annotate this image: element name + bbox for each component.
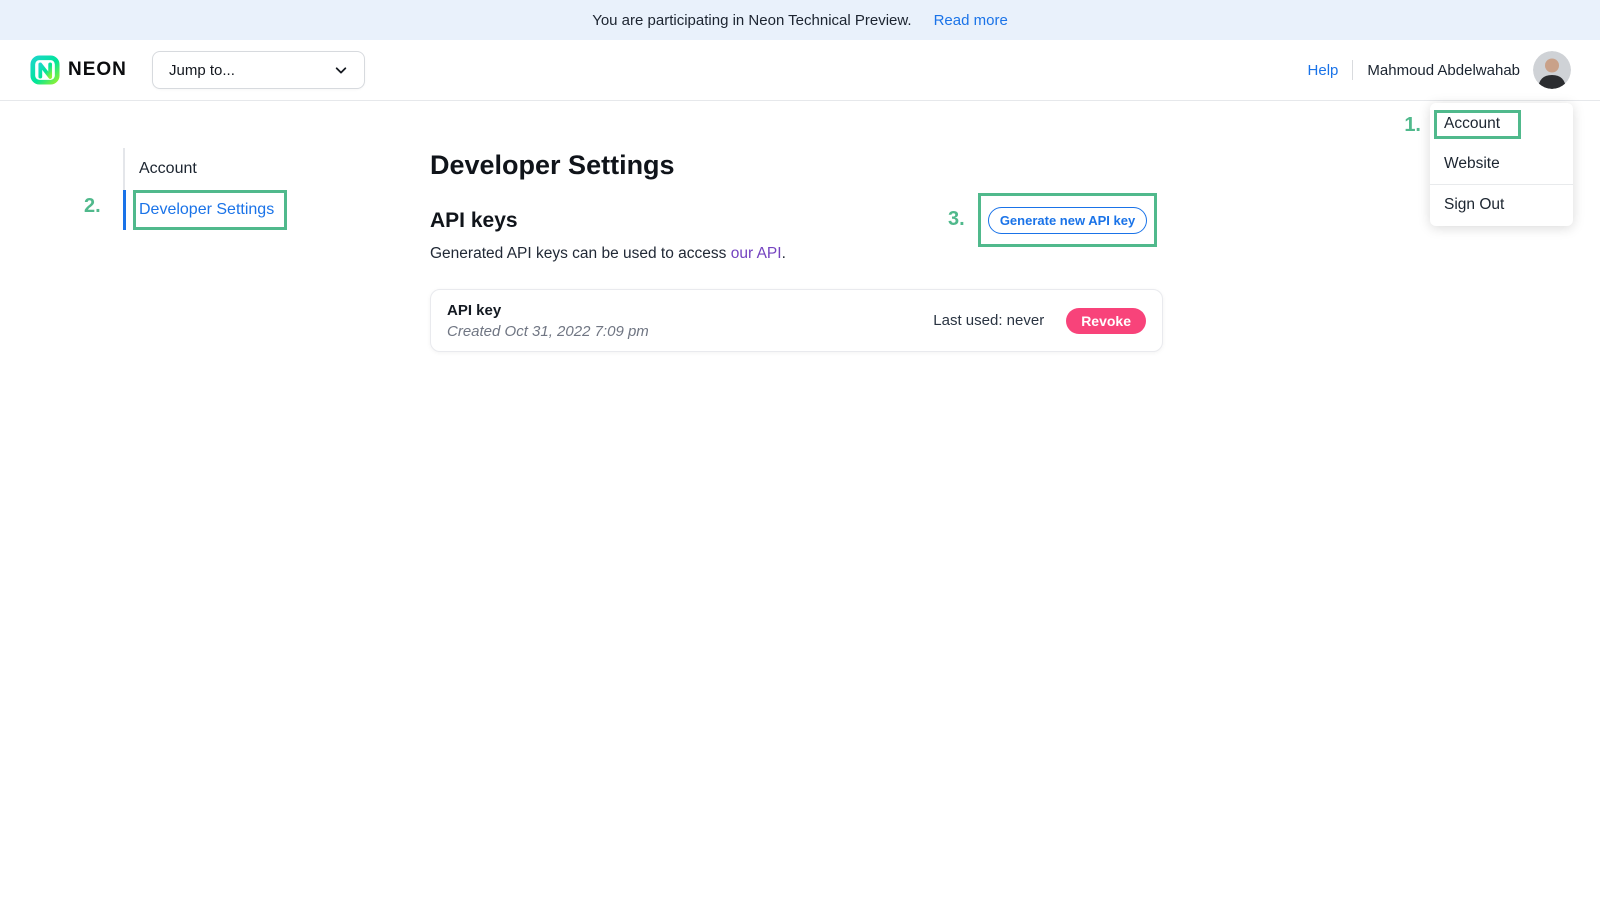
our-api-link[interactable]: our API — [731, 245, 782, 262]
revoke-button[interactable]: Revoke — [1066, 308, 1146, 334]
page-title: Developer Settings — [430, 150, 675, 181]
chevron-down-icon — [334, 63, 348, 77]
api-key-info: API key Created Oct 31, 2022 7:09 pm — [447, 302, 649, 340]
technical-preview-banner: You are participating in Neon Technical … — [0, 0, 1600, 40]
neon-logo-icon — [30, 55, 60, 85]
api-key-name: API key — [447, 302, 649, 319]
menu-item-sign-out[interactable]: Sign Out — [1430, 185, 1573, 225]
user-avatar[interactable] — [1533, 51, 1571, 89]
api-keys-description: Generated API keys can be used to access… — [430, 245, 786, 263]
banner-message: You are participating in Neon Technical … — [592, 12, 911, 29]
api-key-created: Created Oct 31, 2022 7:09 pm — [447, 323, 649, 340]
app-header: NEON Jump to... Help Mahmoud Abdelwahab — [0, 40, 1600, 101]
menu-item-website[interactable]: Website — [1430, 144, 1573, 184]
annotation-step-3: 3. — [948, 208, 965, 231]
menu-item-account[interactable]: Account — [1430, 104, 1573, 144]
annotation-step-2: 2. — [84, 195, 101, 218]
help-link[interactable]: Help — [1308, 62, 1339, 79]
settings-sidebar: Account Developer Settings — [123, 148, 293, 230]
api-key-card-right: Last used: never Revoke — [933, 308, 1146, 334]
read-more-link[interactable]: Read more — [934, 12, 1008, 29]
annotation-step-1: 1. — [1395, 114, 1421, 137]
sidebar-item-developer-settings[interactable]: Developer Settings — [123, 190, 293, 230]
user-menu: Account Website Sign Out — [1430, 103, 1573, 226]
jump-to-label: Jump to... — [169, 62, 235, 79]
sidebar-item-account[interactable]: Account — [123, 148, 293, 190]
header-right: Help Mahmoud Abdelwahab — [1308, 40, 1571, 100]
avatar-image — [1533, 51, 1571, 89]
neon-logo[interactable]: NEON — [30, 55, 127, 85]
brand-wordmark: NEON — [68, 59, 127, 81]
api-key-last-used: Last used: never — [933, 312, 1044, 329]
api-keys-section-title: API keys — [430, 209, 518, 233]
api-key-card: API key Created Oct 31, 2022 7:09 pm Las… — [430, 289, 1163, 352]
user-name[interactable]: Mahmoud Abdelwahab — [1367, 62, 1520, 79]
generate-api-key-button[interactable]: Generate new API key — [988, 207, 1147, 234]
header-divider — [1352, 60, 1353, 80]
jump-to-dropdown[interactable]: Jump to... — [152, 51, 365, 89]
